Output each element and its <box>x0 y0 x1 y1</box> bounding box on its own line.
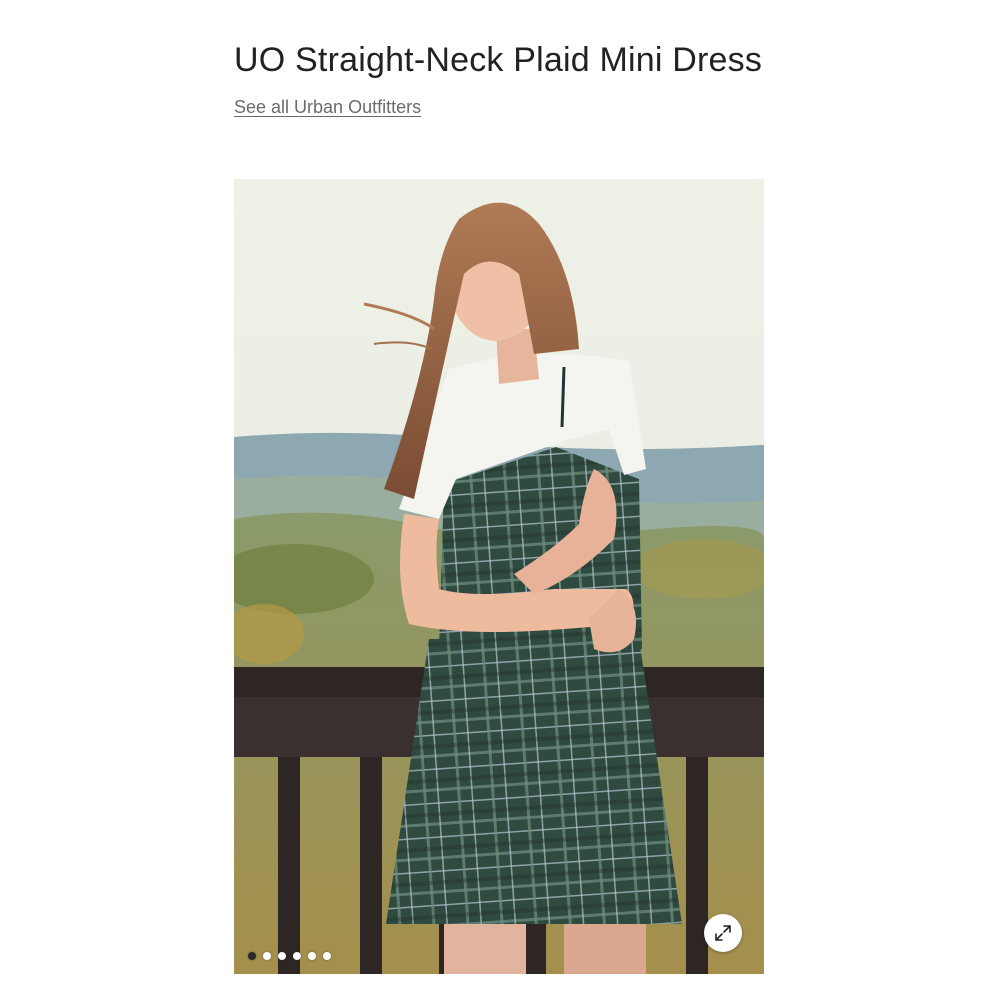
brand-link[interactable]: See all Urban Outfitters <box>234 97 421 118</box>
carousel-dot[interactable] <box>323 952 331 960</box>
product-title: UO Straight-Neck Plaid Mini Dress <box>234 41 763 79</box>
expand-arrows-icon <box>715 925 731 941</box>
carousel-dot[interactable] <box>293 952 301 960</box>
product-image-gallery[interactable] <box>234 179 764 974</box>
carousel-dot[interactable] <box>308 952 316 960</box>
carousel-dot[interactable] <box>278 952 286 960</box>
carousel-dots <box>248 952 331 960</box>
product-header: UO Straight-Neck Plaid Mini Dress See al… <box>234 38 774 118</box>
product-photo <box>234 179 764 974</box>
carousel-dot[interactable] <box>248 952 256 960</box>
zoom-button[interactable] <box>704 914 742 952</box>
carousel-dot[interactable] <box>263 952 271 960</box>
